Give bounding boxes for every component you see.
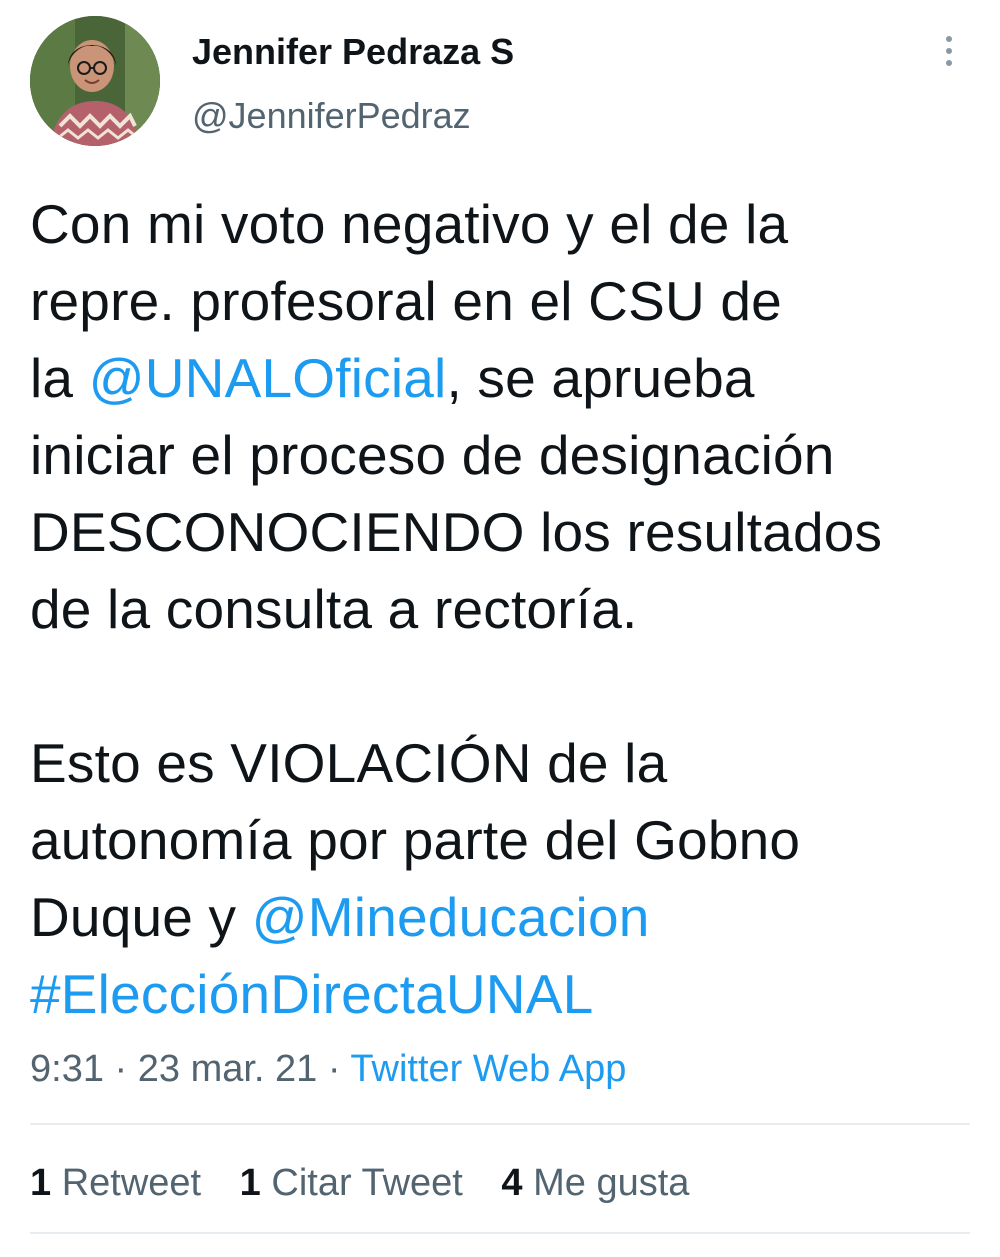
tweet-stats: 1 Retweet 1 Citar Tweet 4 Me gusta (30, 1158, 717, 1208)
tweet-date[interactable]: 23 mar. 21 (138, 1048, 318, 1090)
tweet-text-line: autonomía por parte del Gobno (30, 802, 970, 879)
hashtag-link[interactable]: #ElecciónDirectaUNAL (30, 963, 593, 1025)
author-info: Jennifer Pedraza S @JenniferPedraz (192, 30, 514, 138)
stat-label: Retweet (61, 1162, 202, 1204)
tweet-header: Jennifer Pedraza S @JenniferPedraz (30, 16, 970, 148)
avatar[interactable] (30, 16, 160, 146)
tweet-text-line: Esto es VIOLACIÓN de la (30, 725, 970, 802)
tweet-text-line: #ElecciónDirectaUNAL (30, 956, 970, 1033)
display-name[interactable]: Jennifer Pedraza S (192, 30, 514, 74)
tweet-text-segment: repre. profesoral en el CSU de (30, 270, 782, 332)
tweet-text-line: la @UNALOficial, se aprueba (30, 340, 970, 417)
user-handle[interactable]: @JenniferPedraz (192, 94, 514, 138)
tweet: Jennifer Pedraza S @JenniferPedraz Con m… (0, 0, 1000, 1257)
tweet-text-segment: iniciar el proceso de designación (30, 424, 835, 486)
tweet-text-segment: Esto es VIOLACIÓN de la (30, 732, 668, 794)
tweet-source-link[interactable]: Twitter Web App (350, 1048, 626, 1090)
stat-quote-tweets[interactable]: 1 Citar Tweet (240, 1158, 463, 1208)
tweet-text-line: Duque y @Mineducacion (30, 879, 970, 956)
tweet-text-segment: de la consulta a rectoría. (30, 578, 638, 640)
mention-link[interactable]: @Mineducacion (252, 886, 650, 948)
divider (30, 1232, 970, 1234)
tweet-text: Con mi voto negativo y el de la repre. pr… (30, 186, 970, 1033)
stat-retweets[interactable]: 1 Retweet (30, 1158, 201, 1208)
tweet-text-line: iniciar el proceso de designación (30, 417, 970, 494)
stat-label: Me gusta (533, 1162, 690, 1204)
stat-count: 1 (239, 1162, 261, 1204)
tweet-text-segment: la (30, 347, 89, 409)
meta-separator: · (317, 1048, 351, 1090)
more-dot (946, 60, 952, 66)
more-vertical-icon[interactable] (940, 36, 958, 76)
tweet-text-line: DESCONOCIENDO los resultados (30, 494, 970, 571)
more-dot (946, 36, 952, 42)
divider (30, 1123, 970, 1125)
mention-link[interactable]: @UNALOficial (89, 347, 447, 409)
tweet-text-line: repre. profesoral en el CSU de (30, 263, 970, 340)
tweet-text-line: de la consulta a rectoría. (30, 571, 970, 648)
stat-count: 4 (501, 1162, 523, 1204)
meta-separator: · (103, 1048, 138, 1090)
tweet-text-segment: DESCONOCIENDO los resultados (30, 501, 883, 563)
tweet-text-segment: Con mi voto negativo y el de la (30, 193, 789, 255)
tweet-meta: 9:31 · 23 mar. 21 · Twitter Web App (30, 1044, 626, 1094)
tweet-text-segment: , se aprueba (446, 347, 755, 409)
tweet-text-line: Con mi voto negativo y el de la (30, 186, 970, 263)
avatar-image (30, 16, 160, 146)
more-dot (946, 48, 952, 54)
stat-count: 1 (30, 1162, 52, 1204)
stat-likes[interactable]: 4 Me gusta (501, 1158, 689, 1208)
stat-label: Citar Tweet (271, 1162, 463, 1204)
tweet-text-segment: Duque y (30, 886, 252, 948)
tweet-text-segment: autonomía por parte del Gobno (30, 809, 801, 871)
tweet-time[interactable]: 9:31 (30, 1048, 104, 1090)
